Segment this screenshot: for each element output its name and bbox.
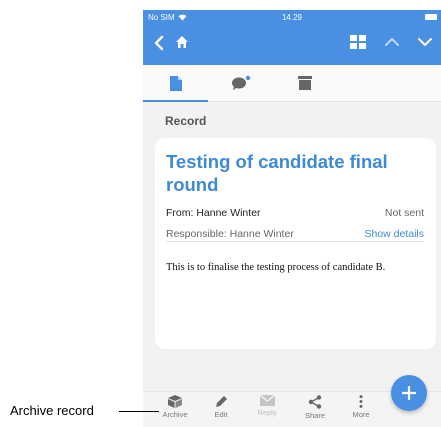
archive-button[interactable]: Archive bbox=[155, 395, 195, 419]
reply-button[interactable]: Reply bbox=[247, 395, 287, 417]
more-label: More bbox=[352, 410, 370, 419]
record-status: Not sent bbox=[384, 207, 424, 219]
next-button[interactable] bbox=[417, 35, 433, 49]
archive-box-icon bbox=[298, 76, 312, 90]
tab-document[interactable] bbox=[146, 65, 206, 101]
share-icon bbox=[308, 395, 322, 409]
status-time: 14.29 bbox=[281, 13, 303, 22]
comment-icon bbox=[232, 75, 251, 90]
archive-label: Archive bbox=[162, 410, 188, 419]
share-button[interactable]: Share bbox=[295, 395, 335, 420]
pencil-icon bbox=[215, 396, 227, 407]
status-bar: No SIM 14.29 bbox=[143, 10, 441, 25]
record-title: Testing of candidate final round bbox=[166, 151, 388, 195]
record-tabs bbox=[143, 65, 441, 102]
chevron-up-icon bbox=[385, 38, 399, 46]
add-button[interactable] bbox=[391, 375, 427, 411]
annotation-label: Archive record bbox=[10, 403, 94, 418]
back-button[interactable] bbox=[153, 35, 165, 51]
home-icon bbox=[176, 36, 188, 48]
active-tab-indicator bbox=[143, 100, 208, 102]
reply-label: Reply bbox=[257, 408, 277, 417]
previous-button[interactable] bbox=[384, 35, 400, 49]
annotation-pointer-line bbox=[119, 411, 159, 412]
edit-button[interactable]: Edit bbox=[201, 395, 241, 419]
envelope-icon bbox=[259, 395, 275, 406]
document-icon bbox=[170, 75, 182, 91]
share-label: Share bbox=[304, 411, 325, 420]
archive-icon bbox=[168, 395, 182, 408]
home-button[interactable] bbox=[175, 35, 189, 49]
record-from: From: Hanne Winter bbox=[166, 207, 261, 219]
chevron-left-icon bbox=[154, 35, 164, 51]
record-card: Testing of candidate final round From: H… bbox=[155, 138, 436, 349]
grid-icon bbox=[350, 35, 366, 49]
tab-comments[interactable] bbox=[211, 65, 271, 101]
plus-icon bbox=[402, 386, 416, 400]
edit-label: Edit bbox=[214, 410, 228, 419]
battery-icon bbox=[425, 14, 437, 20]
apps-button[interactable] bbox=[350, 35, 366, 49]
record-responsible: Responsible: Hanne Winter bbox=[166, 228, 294, 240]
more-vertical-icon bbox=[359, 395, 363, 408]
show-details-link[interactable]: Show details bbox=[364, 228, 424, 240]
tab-archive[interactable] bbox=[275, 65, 335, 101]
card-divider bbox=[166, 241, 424, 242]
top-nav-bar bbox=[143, 25, 441, 65]
phone-screen: No SIM 14.29 Record Testing of candidate… bbox=[143, 10, 441, 427]
section-label: Record bbox=[165, 114, 207, 128]
more-button[interactable]: More bbox=[341, 395, 381, 419]
chevron-down-icon bbox=[418, 38, 432, 46]
record-body: This is to finalise the testing process … bbox=[166, 262, 386, 273]
